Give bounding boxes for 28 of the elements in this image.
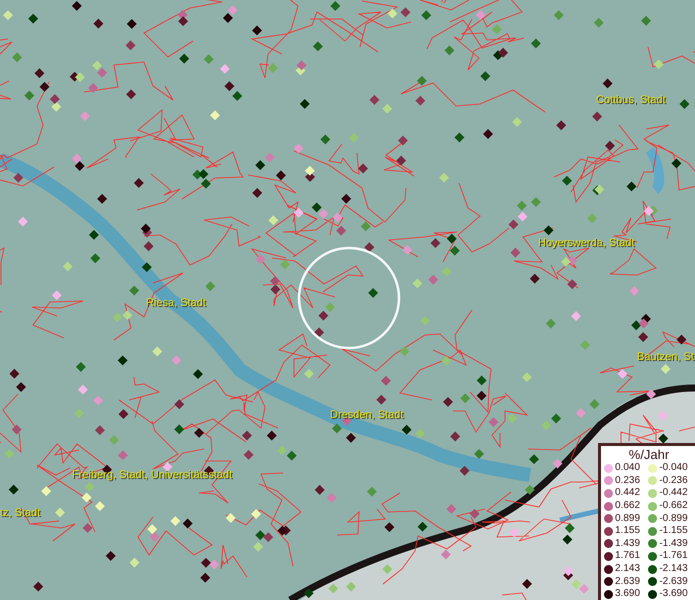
legend-value: 1.439 xyxy=(615,538,640,549)
legend-value: 1.761 xyxy=(615,551,640,562)
legend-value: -0.662 xyxy=(659,501,688,512)
legend-value: -0.899 xyxy=(659,514,688,524)
legend-value: -1.761 xyxy=(659,551,688,562)
legend-value: -2.639 xyxy=(659,576,688,587)
legend-value: -2.143 xyxy=(659,564,688,574)
legend-value: 2.639 xyxy=(615,576,640,587)
legend-value: -0.236 xyxy=(659,476,688,486)
legend-value: -3.690 xyxy=(659,589,688,600)
legend-value: 3.690 xyxy=(615,589,640,600)
place-label: Dresden, Stadt xyxy=(330,410,404,421)
legend-value: 1.155 xyxy=(615,526,640,536)
legend-value: 0.442 xyxy=(615,488,640,498)
selection-circle[interactable] xyxy=(298,246,400,350)
legend-value: 0.899 xyxy=(615,514,640,524)
place-label: Bautzen, St xyxy=(637,352,694,363)
legend-value: -0.040 xyxy=(659,463,688,474)
place-label: Cottbus, Stadt xyxy=(596,95,666,106)
legend-value: 0.040 xyxy=(615,463,640,474)
legend-value: -1.155 xyxy=(659,526,688,536)
legend-value: 0.236 xyxy=(615,476,640,486)
place-label: Hoyerswerda, Stadt xyxy=(538,238,635,249)
legend-value: -1.439 xyxy=(659,538,688,549)
legend-title: %/Jahr xyxy=(628,447,670,462)
legend-value: -0.442 xyxy=(659,488,688,498)
legend-value: 2.143 xyxy=(615,564,640,574)
legend-value: 0.662 xyxy=(615,501,640,512)
